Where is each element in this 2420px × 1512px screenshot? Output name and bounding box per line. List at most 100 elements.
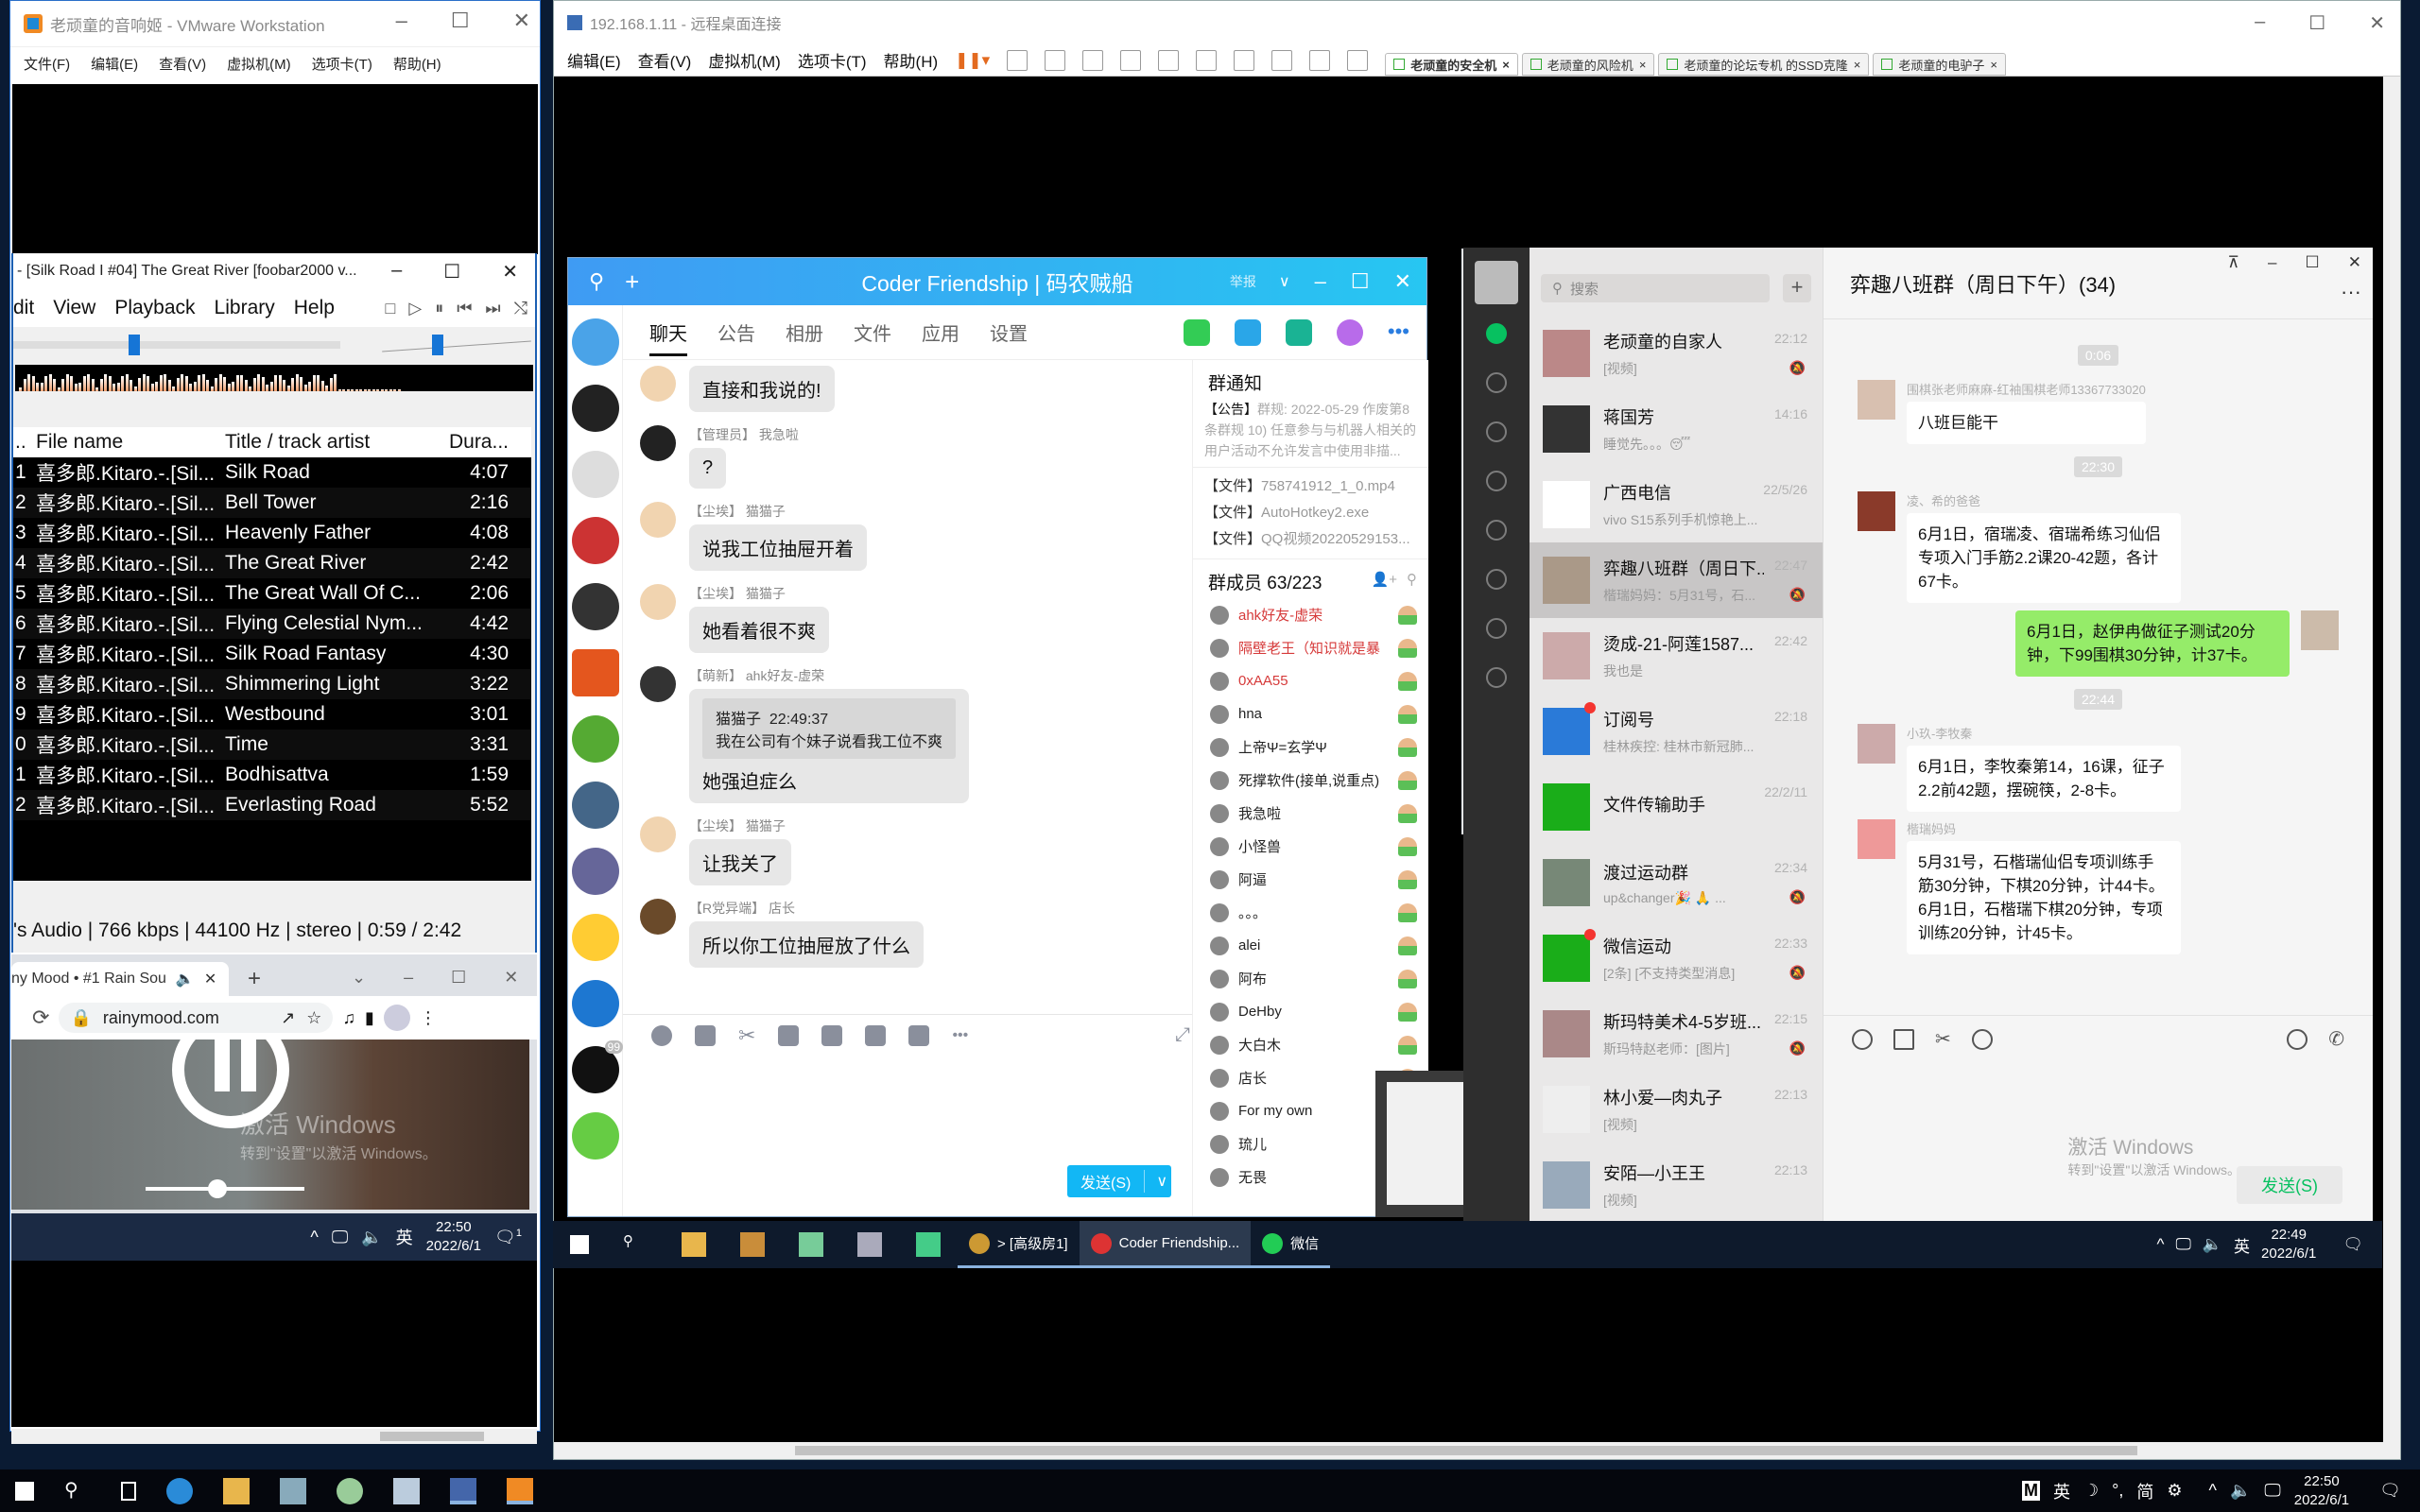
sender-avatar[interactable] [640,816,676,852]
play-icon[interactable]: ▷ [408,299,422,318]
notepad-icon[interactable] [393,1477,420,1504]
qq-message-input[interactable] [623,1056,1190,1160]
side-panel-icon[interactable]: ▮ [365,1008,374,1028]
menu-view[interactable]: 查看(V) [159,54,206,74]
playlist-row[interactable]: 2 喜多郎.Kitaro.-.[Sil... Everlasting Road 5:5… [13,790,531,820]
playlist-row[interactable]: 6 喜多郎.Kitaro.-.[Sil... Flying Celestial Ny… [13,609,531,639]
previous-icon[interactable]: ⏮ [457,299,472,318]
media-control-icon[interactable]: ♫ [342,1008,355,1028]
close-button[interactable]: ✕ [502,260,518,284]
screenshot-scissors-icon[interactable]: ✂ [738,1023,755,1048]
search-input[interactable]: ⚲ 搜索 [1541,274,1770,302]
vm-tab[interactable]: 老顽童的论坛专机 的SSD克隆 × [1658,53,1870,76]
playlist-row[interactable]: 1 喜多郎.Kitaro.-.[Sil... Silk Road 4:07 [13,457,531,488]
chat-list-item[interactable]: 渡过运动群 up&changer🎉 🙏 ... 22:34 🔕 [1530,845,1823,920]
volume-icon[interactable]: 🔈 [2230,1481,2251,1501]
suspend-icon[interactable]: ❚❚▾ [955,51,990,70]
calculator-icon[interactable] [857,1232,882,1257]
emoji-icon[interactable] [651,1024,672,1046]
ime-mode-icon[interactable]: M [2022,1481,2041,1501]
group-member[interactable]: alei [1193,929,1428,962]
maximize-button[interactable]: ☐ [2306,253,2320,272]
group-member[interactable]: 我急啦 [1193,797,1428,830]
chat-list-item[interactable]: 订阅号 桂林疾控: 桂林市新冠肺... 22:18 [1530,694,1823,769]
maximize-button[interactable]: ☐ [443,260,460,284]
ime-indicator[interactable]: 英 [396,1225,413,1249]
reload-icon[interactable]: ⟳ [32,1005,49,1030]
close-button[interactable]: ✕ [2369,11,2385,35]
sender-name[interactable]: 【管理员】 我急啦 [689,425,799,444]
vm-tab[interactable]: 老顽童的安全机 × [1385,53,1518,76]
playlist-row[interactable]: 1 喜多郎.Kitaro.-.[Sil... Bodhisattva 1:59 [13,760,531,790]
action-center-icon[interactable]: 🗨 [2379,1481,2401,1501]
chat-info-more-icon[interactable]: ··· [2341,280,2361,304]
chevron-down-icon[interactable]: ∨ [1279,272,1290,291]
sender-avatar[interactable] [640,584,676,620]
more-icon[interactable]: ••• [1388,319,1409,346]
maximize-button[interactable]: ☐ [2308,11,2325,35]
menu-edit[interactable]: 编辑(E) [567,48,621,72]
task-view-icon[interactable] [121,1481,136,1501]
group-member[interactable]: 上帝Ψ=玄学Ψ [1193,730,1428,764]
add-icon[interactable]: + [625,267,639,297]
conversation-avatar[interactable] [572,318,619,366]
playlist-row[interactable]: 3 喜多郎.Kitaro.-.[Sil... Heavenly Father 4:08 [13,518,531,548]
more-icon[interactable]: ••• [952,1027,968,1044]
conversation-avatar[interactable] [572,583,619,630]
ime-settings-icon[interactable]: ⚙ [2167,1481,2182,1501]
sender-avatar[interactable] [1858,819,1895,859]
revert-snapshot-icon[interactable] [1082,49,1104,71]
folder-icon[interactable] [1893,1028,1914,1050]
minimize-button[interactable]: – [404,968,413,988]
col-duration[interactable]: Dura... [442,431,509,454]
own-avatar[interactable] [2301,610,2339,650]
ime-punctuation-icon[interactable]: °, [2112,1481,2123,1501]
chat-list-item[interactable]: 微信运动 [2条] [不支持类型消息] 22:33 🔕 [1530,920,1823,996]
minimize-button[interactable]: – [1315,269,1326,294]
menu-vm[interactable]: 虚拟机(M) [227,54,291,74]
tab-chat[interactable]: 聊天 [649,318,687,356]
sender-avatar[interactable] [640,899,676,935]
menu-kebab-icon[interactable]: ⋮ [420,1008,437,1028]
vmware-icon[interactable] [507,1477,533,1504]
start-group-chat-button[interactable]: + [1783,274,1811,302]
taskbar-app[interactable]: Coder Friendship... [1079,1221,1252,1268]
playlist-row[interactable]: 4 喜多郎.Kitaro.-.[Sil... The Great River 2:42 [13,548,531,578]
close-button[interactable]: ✕ [2348,253,2361,272]
menu-tabs[interactable]: 选项卡(T) [312,54,372,74]
minimize-button[interactable]: – [2268,253,2276,272]
menu-edit[interactable]: 编辑(E) [91,54,138,74]
sender-avatar[interactable] [1858,724,1895,764]
random-icon[interactable]: ⤭ [514,299,527,318]
playlist-row[interactable]: 2 喜多郎.Kitaro.-.[Sil... Bell Tower 2:16 [13,488,531,518]
sender-avatar[interactable] [1858,491,1895,531]
maximize-button[interactable]: ☐ [1351,269,1370,294]
remote-desktop-icon[interactable] [450,1477,476,1504]
playlist-row[interactable]: 8 喜多郎.Kitaro.-.[Sil... Shimmering Light 3:2… [13,669,531,699]
conversation-avatar[interactable] [572,1112,619,1160]
mute-bell-icon[interactable] [908,1024,930,1046]
conversation-avatar[interactable] [572,385,619,432]
course-icon[interactable] [1285,318,1312,346]
volume-thumb[interactable] [207,1179,227,1198]
search-icon[interactable]: ⚲ [623,1232,648,1257]
group-member[interactable]: 小怪兽 [1193,830,1428,863]
fullscreen-icon[interactable] [1234,49,1255,71]
chat-list-item[interactable]: 斯玛特美术4-5岁班... 斯玛特赵老师：[图片] 22:15 🔕 [1530,996,1823,1072]
start-icon[interactable] [15,1481,34,1501]
tab-settings[interactable]: 设置 [990,318,1028,346]
voice-call-icon[interactable] [1183,318,1210,346]
sender-name[interactable]: 【萌新】 ahk好友-虚荣 [689,666,969,685]
voice-video-call-icon[interactable]: ✆ [2328,1027,2344,1051]
col-num[interactable]: .. [13,431,36,454]
playlist-row[interactable]: 5 喜多郎.Kitaro.-.[Sil... The Great Wall Of C… [13,578,531,609]
menu-tabs[interactable]: 选项卡(T) [798,48,867,72]
share-icon[interactable]: ↗ [281,1008,295,1028]
menu-help[interactable]: 帮助(H) [884,48,939,72]
user-avatar[interactable] [1475,261,1518,304]
package-app-icon[interactable] [740,1232,765,1257]
group-member[interactable]: hna [1193,697,1428,730]
col-filename[interactable]: File name [36,431,225,454]
address-bar[interactable]: 🔒 rainymood.com ↗ ☆ [59,1003,334,1033]
pause-icon[interactable]: ⏸ [435,299,443,318]
